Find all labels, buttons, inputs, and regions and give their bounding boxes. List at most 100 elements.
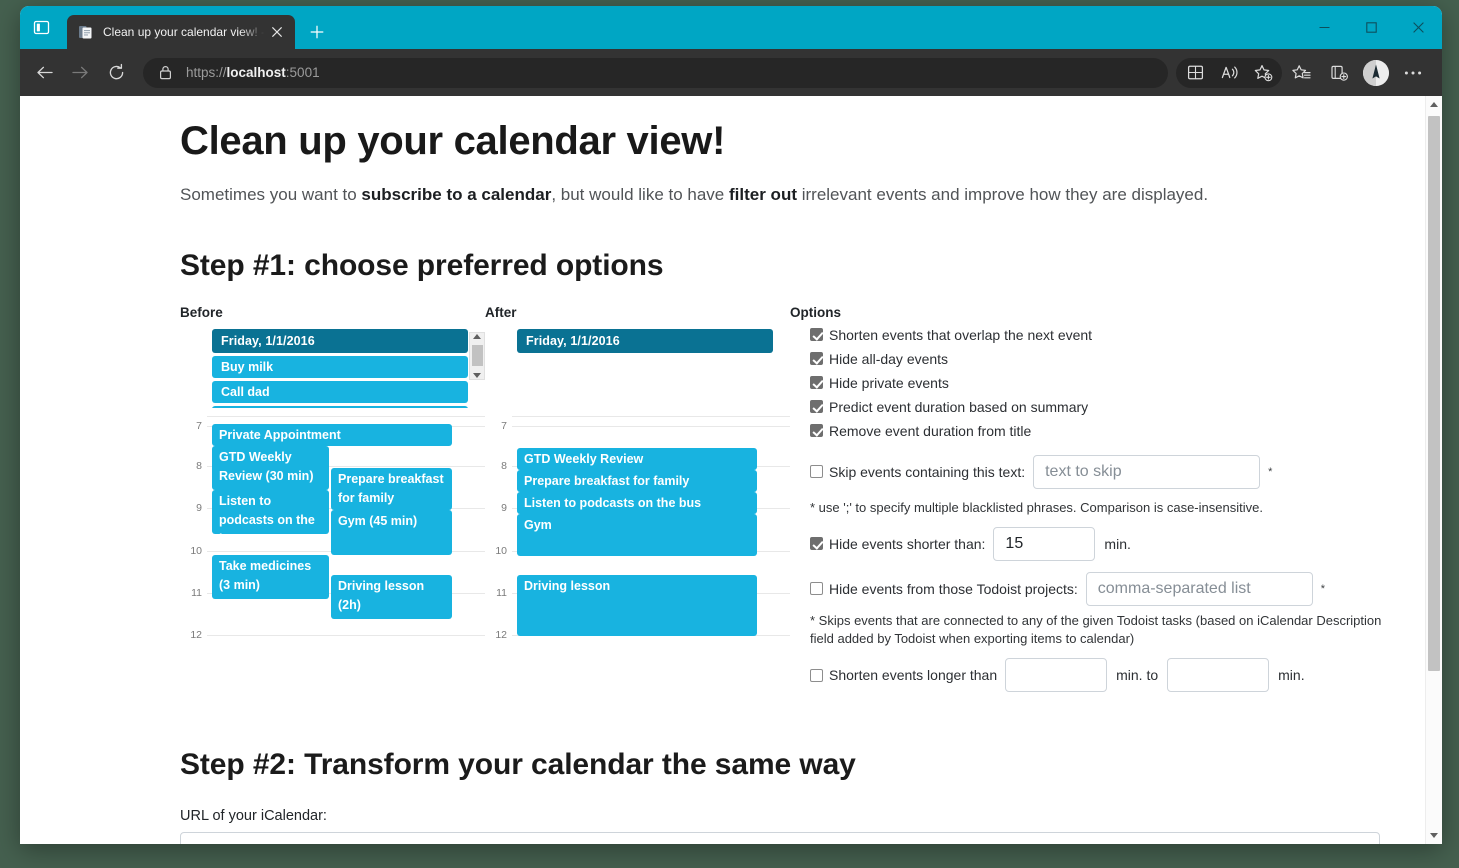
option-hide-allday[interactable]: Hide all-day events	[810, 349, 1390, 369]
profile-avatar[interactable]	[1363, 59, 1389, 86]
options-column: Options Shorten events that overlap the …	[790, 305, 1390, 697]
skip-text-input[interactable]	[1033, 454, 1261, 489]
after-date-header: Friday, 1/1/2016	[517, 328, 773, 353]
checkbox-predict-duration[interactable]	[810, 400, 823, 414]
checkbox-remove-duration[interactable]	[810, 424, 823, 438]
allday-event[interactable]	[212, 405, 468, 408]
skip-text-footnote-marker: *	[1268, 465, 1273, 478]
settings-more-icon[interactable]	[1394, 56, 1432, 90]
calendar-event[interactable]: Take medicines (3 min)	[212, 554, 329, 599]
checkbox-hide-private[interactable]	[810, 376, 823, 390]
scrollbar-thumb[interactable]	[471, 345, 483, 367]
before-time-grid: 7 8 9 10 11 12 Private Appointment GTD W…	[180, 415, 485, 641]
hour-label: 8	[501, 459, 507, 472]
option-hide-private[interactable]: Hide private events	[810, 373, 1390, 393]
options-title: Options	[790, 304, 841, 320]
checkbox-todoist-projects[interactable]	[810, 582, 823, 596]
checkbox-shorter-than[interactable]	[810, 537, 823, 551]
scroll-up-icon[interactable]	[1426, 96, 1442, 113]
option-label: Hide events shorter than:	[829, 535, 986, 552]
page-scrollbar-thumb[interactable]	[1428, 116, 1440, 671]
calendar-event[interactable]: Gym	[517, 513, 757, 556]
allday-event[interactable]: Buy milk	[212, 355, 468, 378]
page-content: Clean up your calendar view! Sometimes y…	[20, 96, 1425, 844]
options-list: Shorten events that overlap the next eve…	[790, 325, 1390, 693]
allday-event[interactable]: Call dad	[212, 380, 468, 403]
hour-label: 12	[190, 628, 202, 641]
address-bar[interactable]: https://localhost:5001	[143, 57, 1168, 88]
back-arrow-icon[interactable]	[26, 55, 62, 91]
tab-actions-icon[interactable]	[20, 6, 62, 49]
url-host: localhost	[226, 65, 286, 80]
todoist-projects-input[interactable]	[1085, 571, 1313, 606]
after-calendar-column: After Friday, 1/1/2016 7 8 9 10 11 12 GT…	[485, 305, 790, 697]
calendar-event[interactable]: Prepare breakfast for family	[517, 469, 757, 492]
calendar-event[interactable]: Prepare breakfast for family	[331, 467, 452, 510]
page-scrollbar[interactable]	[1425, 96, 1442, 844]
scroll-down-icon[interactable]	[473, 372, 481, 378]
lock-icon	[156, 64, 174, 82]
lead-part-3: irrelevant events and improve how they a…	[797, 185, 1209, 205]
split-screen-icon[interactable]	[1178, 58, 1212, 88]
browser-tab[interactable]: Clean up your calendar view! - C	[67, 15, 295, 49]
calendar-event[interactable]: Private Appointment	[212, 423, 452, 446]
calendar-event[interactable]: Gym (45 min)	[331, 509, 452, 555]
after-allday-scroll	[517, 356, 773, 408]
step2-section: Step #2: Transform your calendar the sam…	[180, 748, 1425, 844]
option-shorter-than[interactable]: Hide events shorter than: min.	[810, 526, 1390, 561]
option-label: Predict event duration based on summary	[829, 398, 1089, 415]
new-tab-button[interactable]	[301, 16, 333, 48]
collections-icon[interactable]	[1320, 56, 1358, 90]
calendar-event[interactable]: Listen to podcasts on the bus	[212, 489, 329, 534]
read-aloud-icon[interactable]	[1212, 58, 1246, 88]
checkbox-shorten-overlap[interactable]	[810, 328, 823, 342]
page-title: Clean up your calendar view!	[180, 119, 726, 163]
after-time-grid: 7 8 9 10 11 12 GTD Weekly Review Prepare…	[485, 415, 790, 641]
shorten-longer-from-input[interactable]	[1005, 658, 1108, 693]
toolbar-icon-group	[1176, 57, 1282, 88]
maximize-button[interactable]	[1348, 6, 1395, 49]
browser-toolbar: https://localhost:5001	[20, 49, 1442, 96]
calendar-event[interactable]: GTD Weekly Review (30 min)	[212, 445, 329, 490]
shorten-longer-unit-2: min.	[1278, 667, 1305, 684]
checkbox-hide-allday[interactable]	[810, 352, 823, 366]
favorites-icon[interactable]	[1282, 56, 1320, 90]
hour-label: 9	[501, 501, 507, 514]
option-skip-text[interactable]: Skip events containing this text: *	[810, 454, 1390, 489]
checkbox-skip-text[interactable]	[810, 465, 823, 479]
calendar-event[interactable]: Driving lesson	[517, 574, 757, 636]
option-predict-duration[interactable]: Predict event duration based on summary	[810, 397, 1390, 417]
hour-label: 10	[495, 544, 507, 557]
option-label: Hide events from those Todoist projects:	[829, 580, 1078, 597]
option-label: Hide all-day events	[829, 350, 949, 367]
option-label: Shorten events that overlap the next eve…	[829, 326, 1093, 343]
option-shorten-longer[interactable]: Shorten events longer than min. to min.	[810, 658, 1390, 693]
calendar-event[interactable]: Driving lesson (2h)	[331, 574, 452, 619]
hour-label: 12	[495, 628, 507, 641]
hour-label: 11	[496, 586, 507, 599]
shorten-longer-to-input[interactable]	[1167, 658, 1270, 693]
close-window-button[interactable]	[1395, 6, 1442, 49]
option-todoist-projects[interactable]: Hide events from those Todoist projects:…	[810, 571, 1390, 606]
add-favorite-icon[interactable]	[1246, 58, 1280, 88]
shorter-than-input[interactable]	[993, 526, 1096, 561]
after-label: After	[485, 304, 517, 320]
page-viewport: Clean up your calendar view! Sometimes y…	[20, 96, 1442, 844]
option-shorten-overlap[interactable]: Shorten events that overlap the next eve…	[810, 325, 1390, 345]
tab-close-icon[interactable]	[266, 21, 288, 43]
minimize-button[interactable]	[1301, 6, 1348, 49]
scroll-up-icon[interactable]	[473, 333, 481, 339]
before-calendar: Friday, 1/1/2016 Buy milk Call dad 7 8 9…	[180, 328, 485, 641]
forward-arrow-icon[interactable]	[62, 55, 98, 91]
allday-scrollbar[interactable]	[469, 331, 485, 380]
icalendar-url-input[interactable]	[180, 832, 1380, 844]
calendar-event[interactable]: Listen to podcasts on the bus	[517, 491, 757, 514]
scroll-down-icon[interactable]	[1426, 827, 1442, 844]
reload-icon[interactable]	[98, 55, 134, 91]
option-remove-duration[interactable]: Remove event duration from title	[810, 421, 1390, 441]
calendar-event[interactable]: GTD Weekly Review	[517, 447, 757, 470]
todoist-note: * Skips events that are connected to any…	[810, 612, 1382, 647]
after-allday-area: Friday, 1/1/2016	[485, 328, 790, 408]
skip-text-note: * use ';' to specify multiple blackliste…	[810, 499, 1263, 515]
checkbox-shorten-longer[interactable]	[810, 668, 823, 682]
